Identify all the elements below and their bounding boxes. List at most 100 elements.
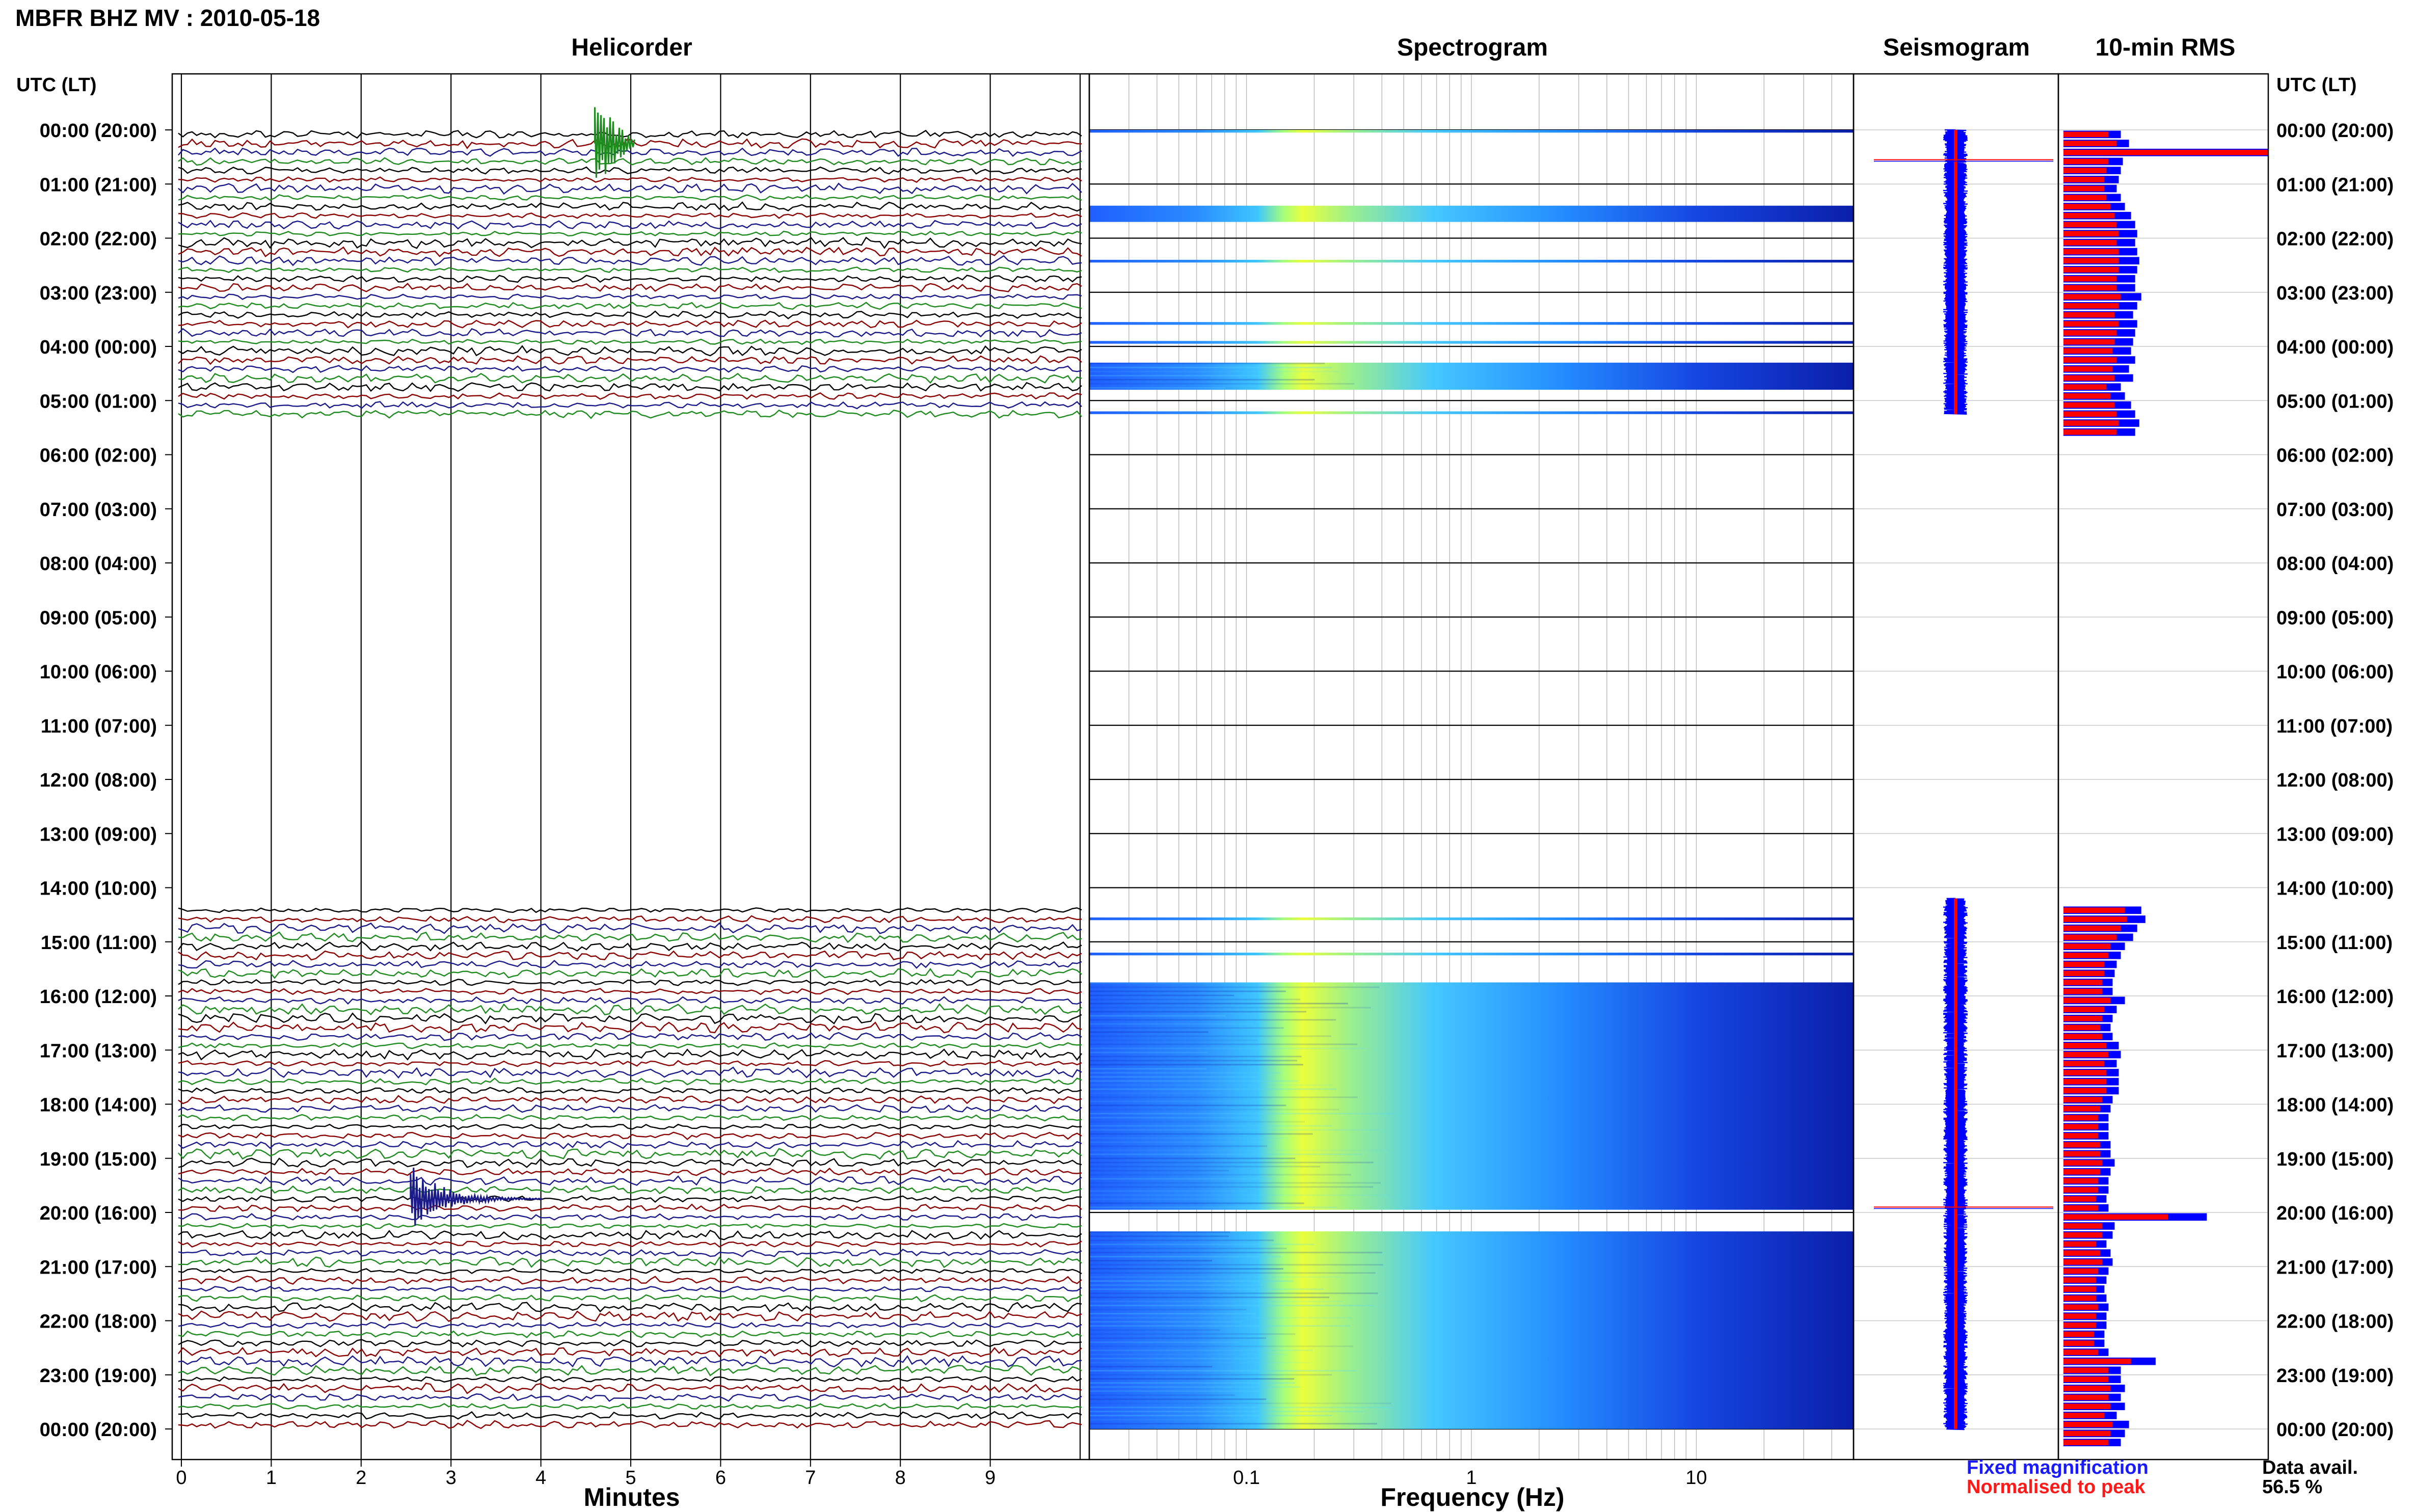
rms-bar-normalised — [2063, 1268, 2099, 1274]
spectrogram-texture — [1089, 1011, 1306, 1013]
rms-bar-normalised — [2063, 1160, 2103, 1166]
time-tick-left: 18:00 (14:00) — [40, 1095, 157, 1116]
rms-bar-normalised — [2063, 1007, 2105, 1012]
spectrogram-texture — [1089, 366, 1333, 368]
spectrogram-texture — [1089, 1378, 1295, 1380]
time-tick-right: 06:00 (02:00) — [2276, 445, 2394, 467]
helicorder-trace — [178, 988, 1082, 995]
time-tick-right: 17:00 (13:00) — [2276, 1040, 2394, 1062]
rms-title: 10-min RMS — [2095, 34, 2236, 61]
spectrogram-texture — [1089, 1194, 1390, 1196]
rms-bar-normalised — [2063, 1331, 2095, 1337]
spectrogram-texture — [1089, 986, 1380, 988]
helicorder-trace — [178, 157, 1082, 166]
spectrogram-texture — [1089, 1423, 1377, 1425]
helicorder-trace — [178, 1339, 1082, 1347]
helicorder-trace — [178, 275, 1082, 283]
spectrogram-texture — [1089, 1043, 1358, 1045]
rms-bar-normalised — [2063, 1358, 2131, 1364]
rms-bar-normalised — [2063, 1078, 2107, 1085]
rms-bar-normalised — [2063, 1413, 2105, 1418]
rms-bar-normalised — [2063, 1340, 2095, 1346]
spectrogram-texture — [1089, 1166, 1321, 1168]
data-availability-value: 56.5 % — [2262, 1476, 2323, 1498]
spectrogram-texture — [1089, 1349, 1313, 1352]
rms-bar-normalised — [2063, 925, 2121, 931]
spectrogram-texture — [1089, 1100, 1249, 1102]
rms-bar-normalised — [2063, 141, 2117, 146]
time-tick-right: 00:00 (20:00) — [2276, 120, 2394, 142]
time-tick-right: 19:00 (15:00) — [2276, 1149, 2394, 1170]
rms-bar-normalised — [2063, 934, 2117, 940]
helicorder-trace — [178, 960, 1082, 969]
helicorder-trace — [178, 1048, 1082, 1061]
helicorder-trace — [178, 1310, 1082, 1322]
rms-bar-normalised — [2063, 1051, 2109, 1058]
helicorder-trace — [178, 212, 1082, 219]
spectrogram-texture — [1089, 1398, 1267, 1400]
helicorder-trace — [178, 1286, 1082, 1292]
helicorder-trace — [178, 1140, 1082, 1150]
spectrogram-texture — [1089, 998, 1301, 1001]
time-tick-left: 14:00 (10:00) — [40, 878, 157, 900]
time-tick-right: 22:00 (18:00) — [2276, 1311, 2394, 1333]
helicorder-trace — [178, 166, 1082, 175]
spectrogram-texture — [1089, 1080, 1298, 1082]
spectrogram-texture — [1089, 1141, 1272, 1143]
time-tick-left: 13:00 (09:00) — [40, 824, 157, 845]
rms-bar-normalised — [2063, 952, 2109, 958]
minute-tick-label: 3 — [446, 1467, 457, 1489]
time-tick-right: 11:00 (07:00) — [2276, 716, 2393, 737]
helicorder-trace — [178, 1077, 1082, 1086]
spectrogram-texture — [1089, 1047, 1366, 1049]
rms-bar-normalised — [2063, 420, 2119, 426]
rms-bar-normalised — [2063, 1376, 2109, 1382]
spectrogram-texture — [1089, 1407, 1391, 1409]
spectrogram-texture — [1089, 1174, 1351, 1176]
spectrogram-texture — [1089, 1264, 1383, 1266]
rms-bar-normalised — [2063, 916, 2127, 922]
spectrogram-texture — [1089, 1419, 1272, 1421]
spectrogram-texture — [1089, 1153, 1362, 1155]
helicorder-trace — [178, 201, 1082, 212]
time-tick-left: 15:00 (11:00) — [41, 932, 157, 954]
helicorder-trace — [178, 372, 1082, 384]
spectrogram-texture — [1089, 1276, 1341, 1278]
helicorder-trace — [178, 220, 1082, 230]
time-tick-right: 20:00 (16:00) — [2276, 1203, 2394, 1224]
rms-bar-normalised — [2063, 384, 2107, 390]
rms-bar-normalised — [2063, 1440, 2109, 1445]
spectrogram-texture — [1089, 1317, 1352, 1319]
spectrogram-texture — [1089, 1072, 1280, 1074]
minute-tick-label: 0 — [176, 1467, 186, 1489]
spectrogram-texture — [1089, 1231, 1230, 1233]
rms-bar-normalised — [2063, 1241, 2097, 1247]
rms-bar-normalised — [2063, 988, 2103, 994]
rms-bar-normalised — [2063, 168, 2107, 174]
rms-bar-normalised — [2063, 240, 2117, 246]
helicorder-event-burst — [594, 107, 635, 178]
rms-bar-normalised — [2063, 1187, 2099, 1193]
time-tick-left: 22:00 (18:00) — [40, 1311, 157, 1333]
spectrogram-texture — [1089, 1415, 1332, 1417]
spectrogram-texture — [1089, 1178, 1272, 1180]
time-tick-left: 05:00 (01:00) — [40, 391, 157, 412]
helicorder-trace — [178, 1276, 1082, 1285]
spectrogram-texture — [1089, 1333, 1296, 1335]
spectrogram-texture — [1089, 1039, 1258, 1041]
frequency-tick-label: 0.1 — [1233, 1467, 1260, 1489]
helicorder-trace — [178, 931, 1082, 943]
spectrogram-texture — [1089, 1288, 1324, 1290]
spectrogram-band — [1089, 322, 1854, 325]
time-tick-right: 01:00 (21:00) — [2276, 174, 2394, 196]
time-tick-left: 10:00 (06:00) — [40, 662, 157, 683]
helicorder-trace — [178, 1157, 1082, 1168]
rms-bar-normalised — [2063, 1034, 2103, 1040]
rms-bar-normalised — [2063, 1430, 2111, 1437]
spectrogram-texture — [1089, 1137, 1289, 1139]
spectrogram-texture — [1089, 1162, 1374, 1164]
rms-bar-normalised — [2063, 330, 2117, 336]
time-tick-left: 09:00 (05:00) — [40, 607, 157, 629]
rms-bar-normalised — [2063, 1421, 2113, 1427]
helicorder-title: Helicorder — [571, 34, 692, 61]
